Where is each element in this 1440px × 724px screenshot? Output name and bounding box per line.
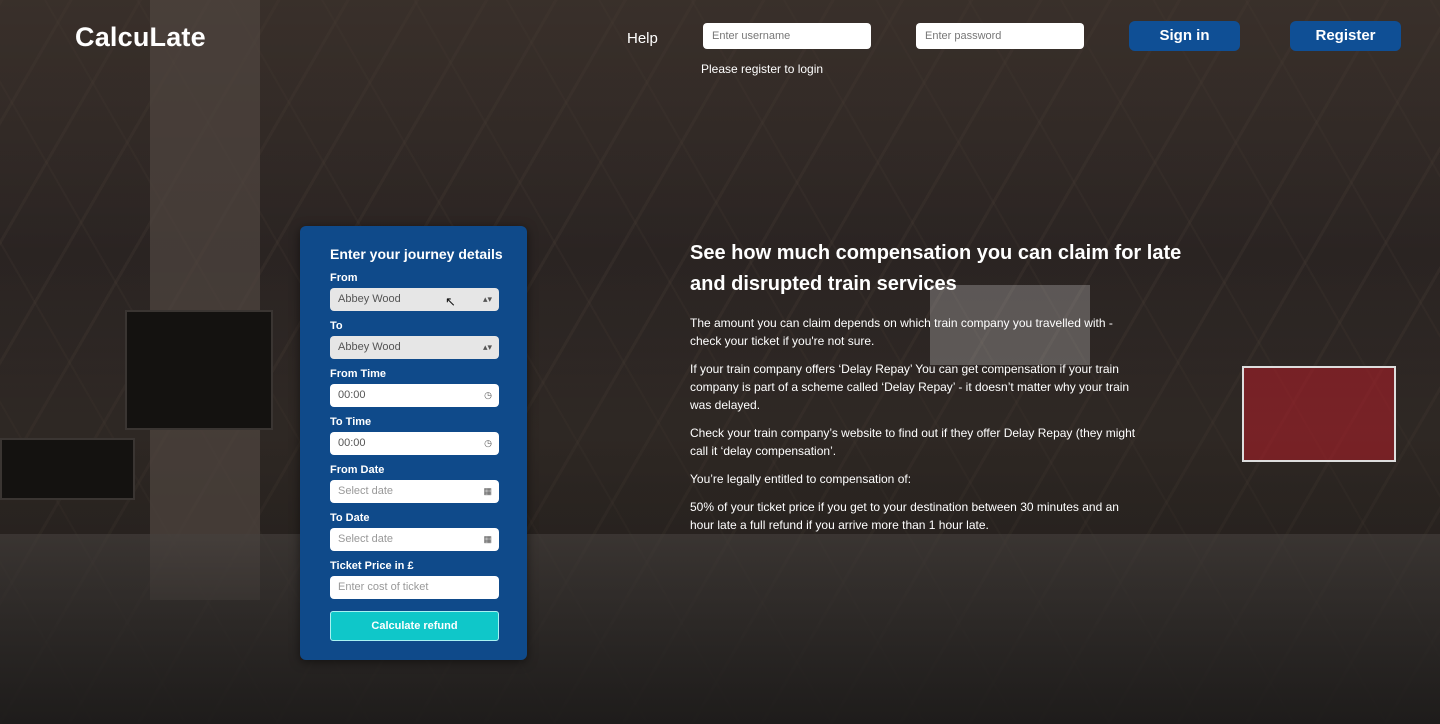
ticket-price-input[interactable]: Enter cost of ticket: [330, 576, 499, 599]
username-input[interactable]: [703, 23, 871, 49]
background-departure-board: [125, 310, 273, 430]
select-arrows-icon: ▴▾: [482, 294, 492, 304]
to-time-value: 00:00: [338, 437, 366, 449]
from-select[interactable]: Abbey Wood ▴▾: [330, 288, 499, 311]
info-paragraph: If your train company offers ‘Delay Repa…: [690, 362, 1130, 412]
ticket-price-placeholder: Enter cost of ticket: [338, 581, 429, 593]
from-date-label: From Date: [330, 464, 385, 476]
to-label: To: [330, 320, 343, 332]
clock-icon: ◷: [484, 438, 492, 448]
from-date-placeholder: Select date: [338, 485, 394, 497]
calendar-icon: ▦: [483, 486, 492, 496]
to-date-label: To Date: [330, 512, 370, 524]
info-paragraph: Check your train company’s website to fi…: [690, 426, 1136, 458]
register-button[interactable]: Register: [1290, 21, 1401, 51]
login-note: Please register to login: [701, 62, 824, 76]
to-select-value: Abbey Wood: [338, 341, 401, 353]
from-time-input[interactable]: 00:00 ◷: [330, 384, 499, 407]
to-date-input[interactable]: Select date ▦: [330, 528, 499, 551]
clock-icon: ◷: [484, 390, 492, 400]
info-section: See how much compensation you can claim …: [690, 238, 1220, 544]
from-label: From: [330, 272, 358, 284]
info-paragraph: 50% of your ticket price if you get to y…: [690, 500, 1119, 532]
background-pillar: [150, 0, 260, 600]
sign-in-button[interactable]: Sign in: [1129, 21, 1240, 51]
journey-form: Enter your journey details From Abbey Wo…: [300, 226, 527, 660]
to-date-placeholder: Select date: [338, 533, 394, 545]
background-billboard: [1242, 366, 1396, 462]
from-date-input[interactable]: Select date ▦: [330, 480, 499, 503]
info-heading: See how much compensation you can claim …: [690, 242, 1182, 295]
info-paragraph: You’re legally entitled to compensation …: [690, 472, 912, 486]
mouse-cursor-icon: ↖: [445, 294, 456, 309]
to-time-input[interactable]: 00:00 ◷: [330, 432, 499, 455]
password-input[interactable]: [916, 23, 1084, 49]
brand-logo[interactable]: CalcuLate: [75, 22, 206, 53]
calculate-refund-button[interactable]: Calculate refund: [330, 611, 499, 641]
from-time-value: 00:00: [338, 389, 366, 401]
help-link[interactable]: Help: [627, 30, 658, 47]
calendar-icon: ▦: [483, 534, 492, 544]
ticket-price-label: Ticket Price in £: [330, 560, 414, 572]
to-time-label: To Time: [330, 416, 372, 428]
background-floor: [0, 534, 1440, 724]
from-select-value: Abbey Wood: [338, 293, 401, 305]
background-departure-board: [0, 438, 135, 500]
from-time-label: From Time: [330, 368, 387, 380]
to-select[interactable]: Abbey Wood ▴▾: [330, 336, 499, 359]
info-paragraph: The amount you can claim depends on whic…: [690, 316, 1113, 348]
select-arrows-icon: ▴▾: [482, 342, 492, 352]
form-title: Enter your journey details: [330, 246, 503, 262]
